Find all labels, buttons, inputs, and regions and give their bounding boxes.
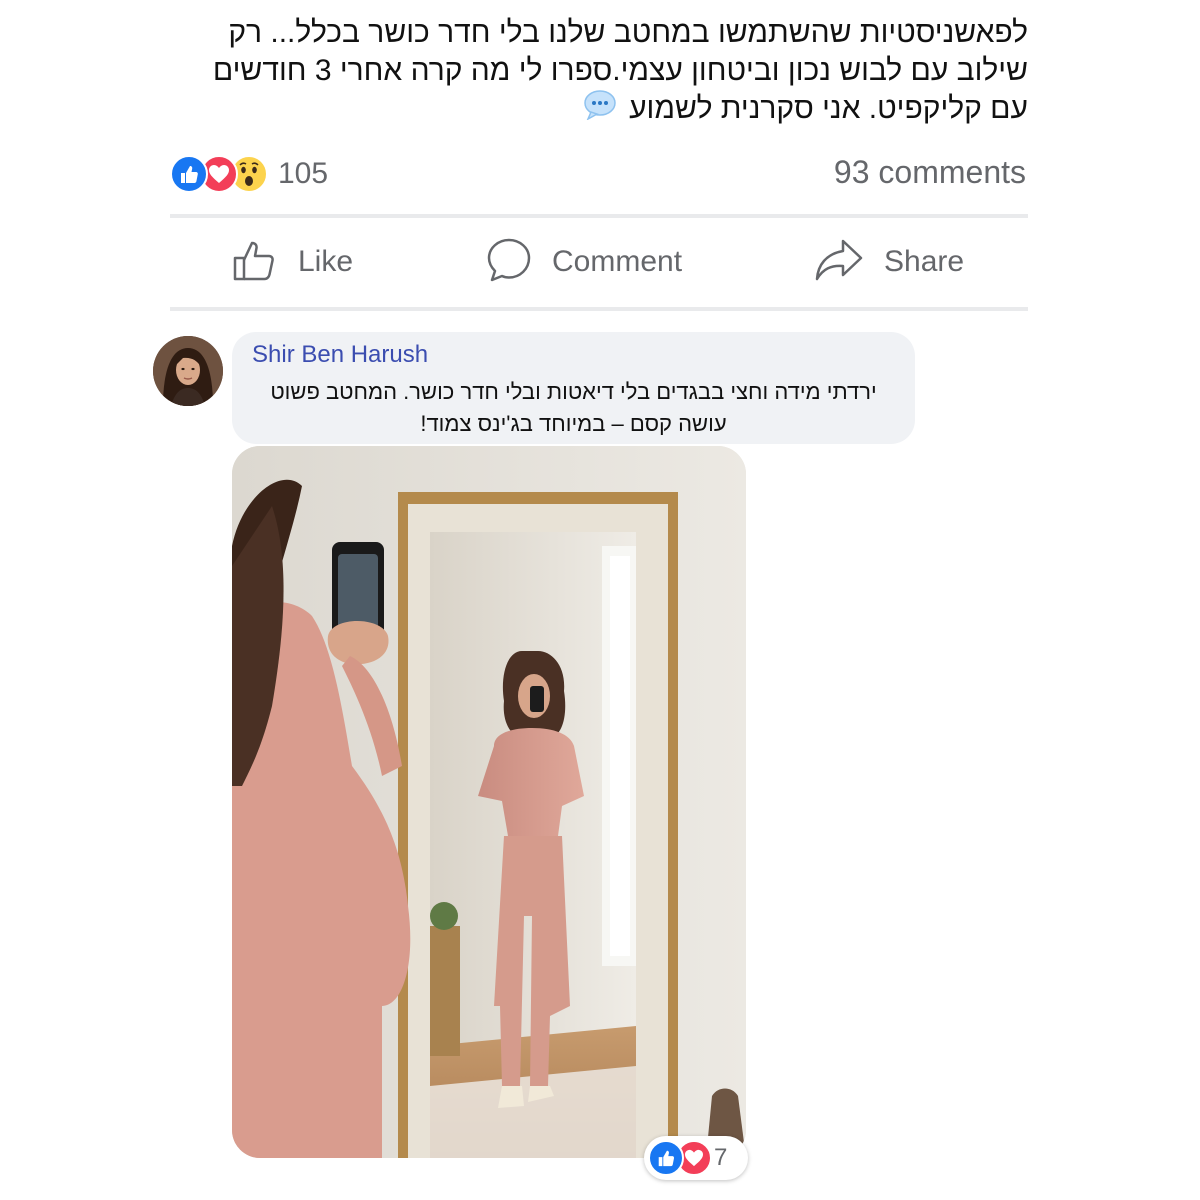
like-button[interactable]: Like [232, 222, 353, 302]
share-button[interactable]: Share [814, 222, 964, 302]
comments-count-link[interactable]: 93 comments [834, 154, 1026, 191]
speech-bubble-icon [583, 90, 617, 130]
post-text: לפאשניסטיות שהשתמשו במחטב שלנו בלי חדר כ… [170, 14, 1028, 130]
avatar[interactable] [153, 336, 223, 406]
divider [170, 307, 1028, 311]
photo-reactions[interactable]: 7 [644, 1136, 748, 1180]
post-actions: Like Comment Share [170, 222, 1028, 302]
comment-bubble-icon [486, 237, 532, 288]
comment-bubble: Shir Ben Harush ירדתי מידה וחצי בבגדים ב… [232, 332, 915, 444]
reaction-count[interactable]: 105 [278, 157, 328, 191]
reaction-summary[interactable]: 105 [170, 154, 328, 194]
post-stats: 105 93 comments [170, 150, 1026, 196]
comment-author[interactable]: Shir Ben Harush [252, 338, 895, 372]
divider [170, 214, 1028, 218]
photo-reaction-count: 7 [714, 1144, 728, 1171]
share-label: Share [884, 245, 965, 278]
share-arrow-icon [814, 238, 864, 287]
comment-label: Comment [552, 245, 683, 278]
comment-text: ירדתי מידה וחצי בבגדים בלי דיאטות ובלי ח… [270, 379, 877, 436]
like-reaction-icon [170, 155, 208, 193]
thumbs-up-icon [232, 238, 278, 287]
comment-photo[interactable] [232, 446, 746, 1158]
like-label: Like [298, 245, 354, 278]
like-reaction-icon [648, 1140, 684, 1176]
comment-button[interactable]: Comment [486, 222, 682, 302]
post-text-content: לפאשניסטיות שהשתמשו במחטב שלנו בלי חדר כ… [212, 16, 1028, 125]
